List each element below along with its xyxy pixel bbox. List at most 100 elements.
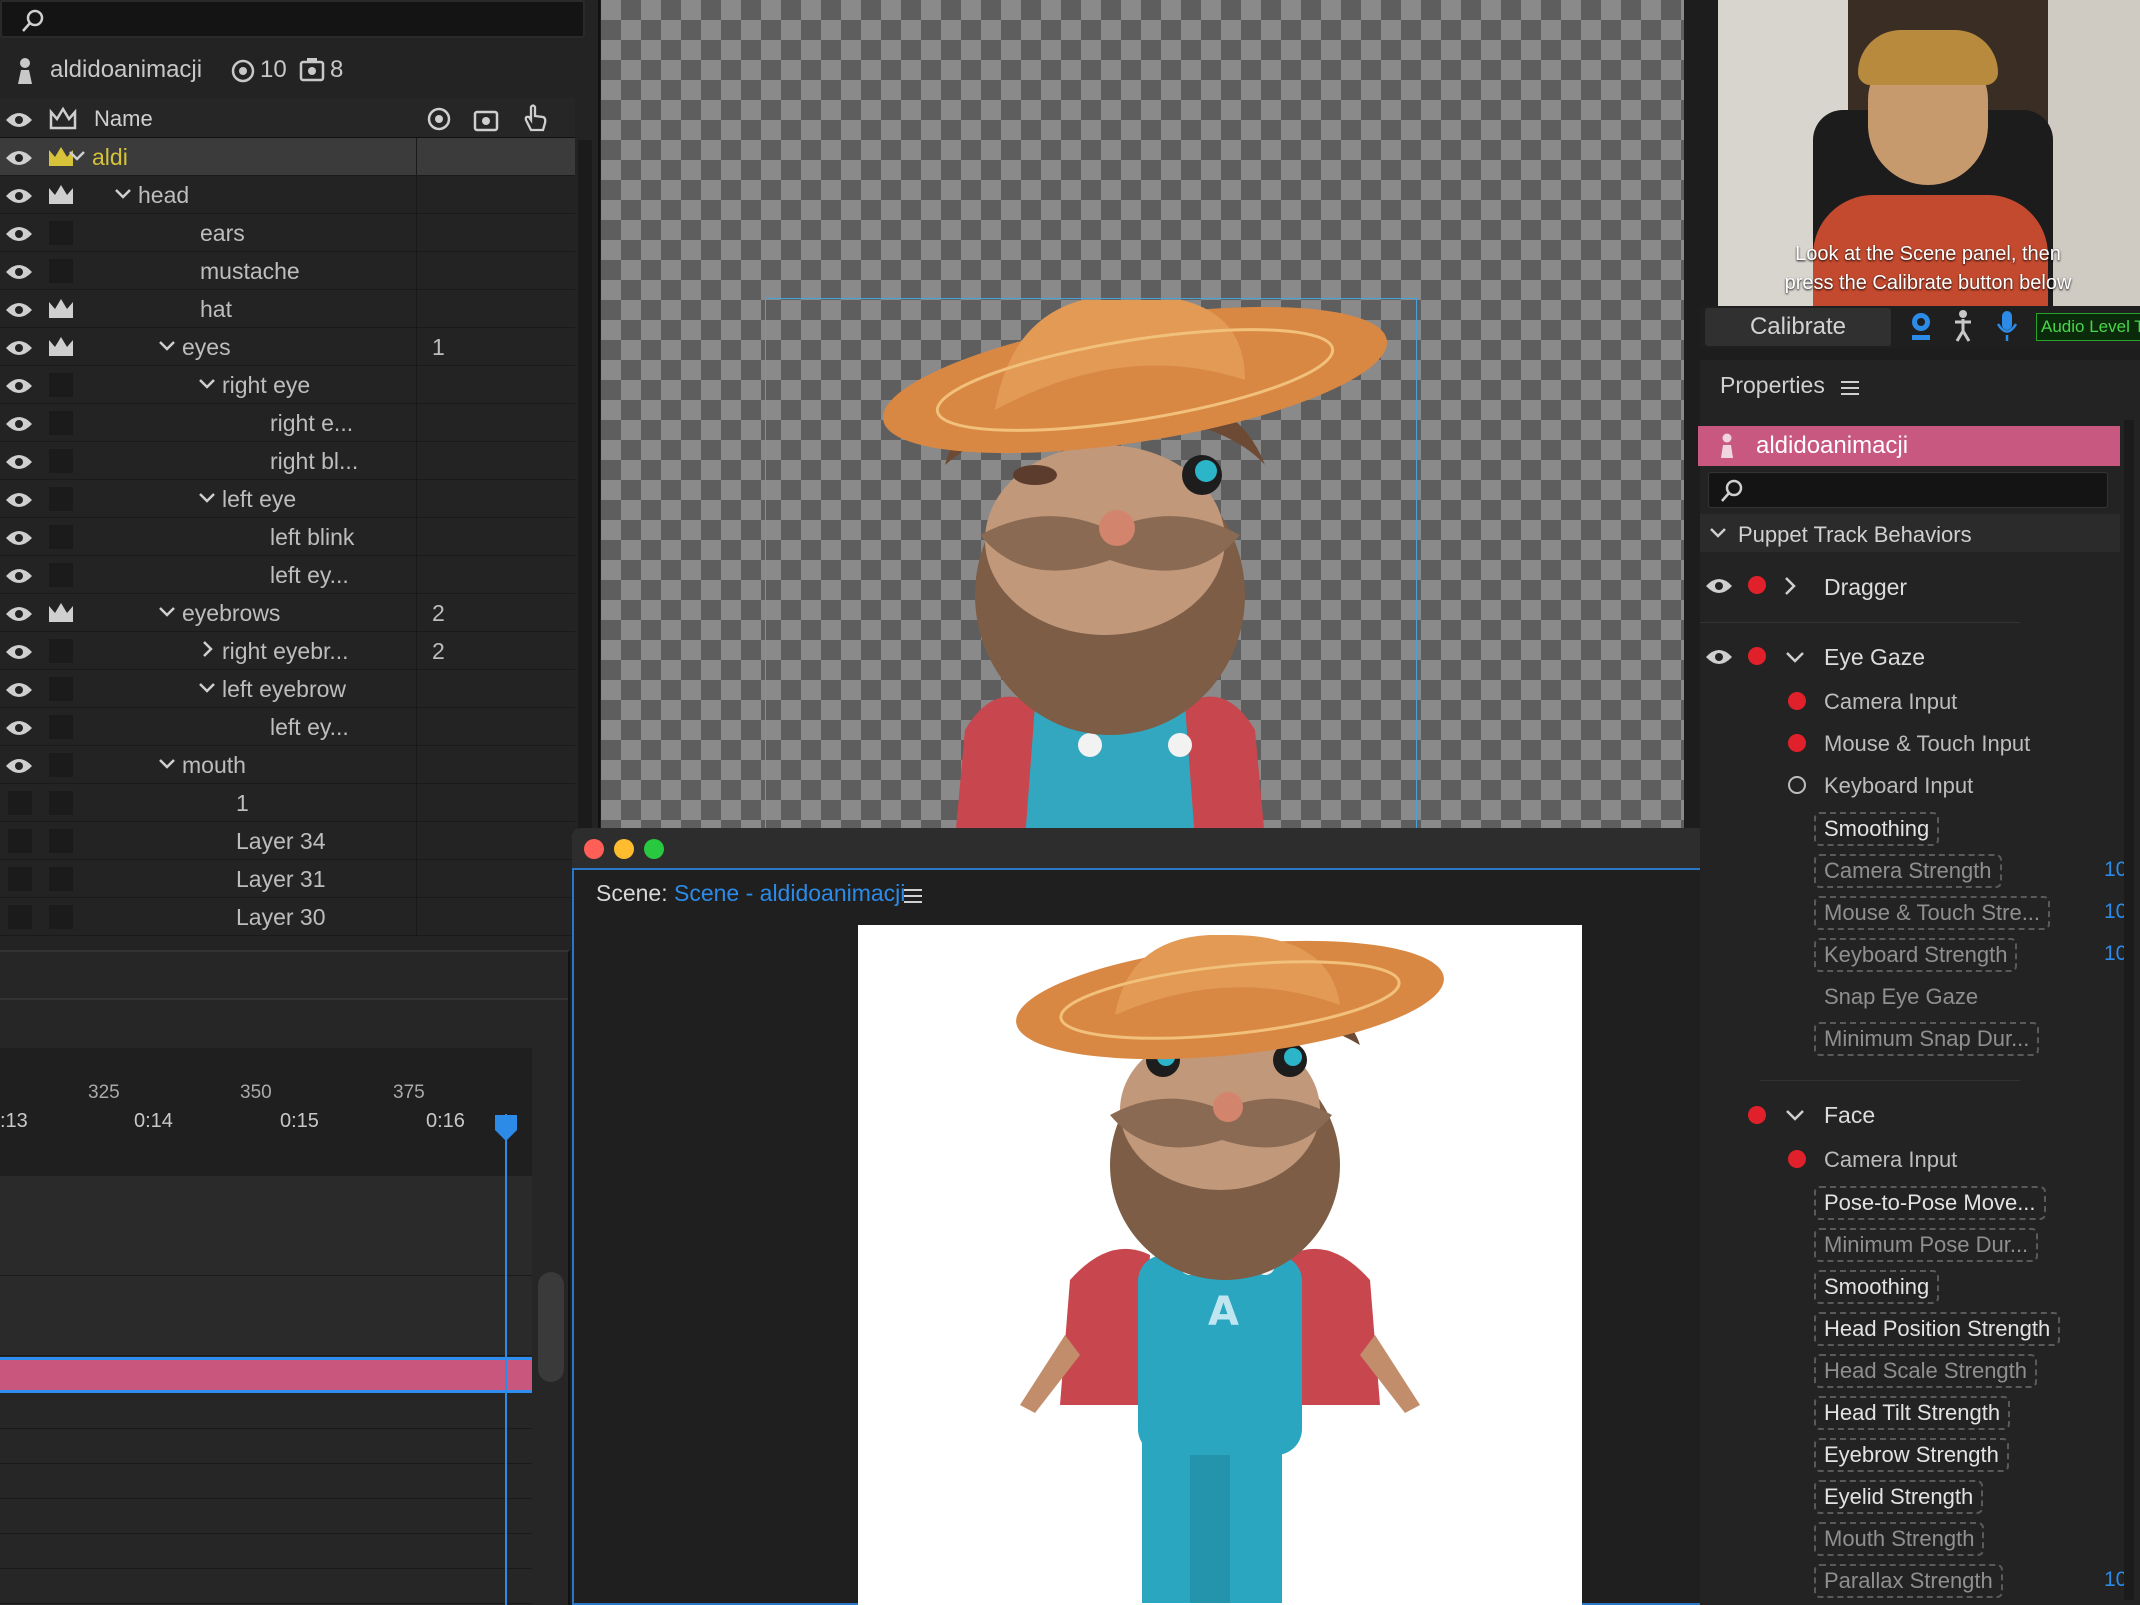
visibility-eye-icon[interactable] bbox=[4, 490, 34, 510]
param-eyebrow-strength[interactable]: Eyebrow Strength bbox=[1814, 1438, 2009, 1472]
visibility-eye-icon[interactable] bbox=[4, 718, 34, 738]
crown-toggle[interactable] bbox=[49, 905, 73, 929]
timeline-track[interactable] bbox=[0, 1395, 532, 1429]
layer-row[interactable]: head bbox=[0, 176, 575, 214]
crown-toggle[interactable] bbox=[49, 411, 73, 435]
layer-row[interactable]: 1 bbox=[0, 784, 575, 822]
record-arm-dot[interactable] bbox=[1748, 576, 1766, 594]
timeline-track[interactable] bbox=[0, 1430, 532, 1464]
visibility-eye-icon[interactable] bbox=[4, 148, 34, 168]
zoom-window-button[interactable] bbox=[644, 839, 664, 859]
timeline-track[interactable] bbox=[0, 1465, 532, 1499]
eye-gaze-mouse-input[interactable]: Mouse & Touch Input bbox=[1824, 731, 2030, 757]
input-armed-dot[interactable] bbox=[1788, 692, 1806, 710]
timeline-track[interactable] bbox=[0, 1276, 532, 1356]
crown-icon[interactable] bbox=[46, 296, 76, 322]
visibility-eye-icon[interactable] bbox=[4, 452, 34, 472]
chevron-down-icon[interactable] bbox=[196, 372, 218, 394]
input-armed-dot[interactable] bbox=[1788, 1150, 1806, 1168]
layer-row[interactable]: left eyebrow bbox=[0, 670, 575, 708]
crown-toggle[interactable] bbox=[49, 829, 73, 853]
chevron-down-icon[interactable] bbox=[1784, 1106, 1806, 1124]
layer-row[interactable]: ears bbox=[0, 214, 575, 252]
visibility-toggle[interactable] bbox=[8, 791, 32, 815]
body-tracking-icon[interactable] bbox=[1952, 309, 1974, 343]
visibility-eye-icon[interactable] bbox=[4, 224, 34, 244]
layer-row[interactable]: right eyebr... 2 bbox=[0, 632, 575, 670]
param-keyboard-strength[interactable]: Keyboard Strength bbox=[1814, 938, 2018, 972]
camera-input-icon[interactable] bbox=[1908, 311, 1934, 343]
visibility-eye-icon[interactable] bbox=[4, 338, 34, 358]
crown-toggle[interactable] bbox=[49, 525, 73, 549]
scene-menu-icon[interactable] bbox=[904, 888, 922, 904]
visibility-eye-icon[interactable] bbox=[4, 604, 34, 624]
timeline-scrollbar[interactable] bbox=[538, 1272, 564, 1382]
playhead-handle-icon[interactable] bbox=[494, 1114, 518, 1142]
param-smoothing[interactable]: Smoothing bbox=[1814, 812, 1940, 846]
chevron-down-icon[interactable] bbox=[196, 676, 218, 698]
param-head-position-strength[interactable]: Head Position Strength bbox=[1814, 1312, 2061, 1346]
crown-toggle[interactable] bbox=[49, 487, 73, 511]
behavior-dragger[interactable]: Dragger bbox=[1824, 574, 1907, 601]
chevron-right-icon[interactable] bbox=[196, 638, 218, 660]
timeline-track[interactable] bbox=[0, 1500, 532, 1534]
scene-name-link[interactable]: Scene - aldidoanimacji bbox=[674, 880, 905, 906]
eye-gaze-camera-input[interactable]: Camera Input bbox=[1824, 689, 1957, 715]
visibility-eye-icon[interactable] bbox=[4, 528, 34, 548]
chevron-down-icon[interactable] bbox=[66, 144, 88, 166]
behavior-eye-gaze[interactable]: Eye Gaze bbox=[1824, 644, 1925, 671]
param-parallax-strength[interactable]: Parallax Strength bbox=[1814, 1564, 2003, 1598]
visibility-eye-icon[interactable] bbox=[4, 566, 34, 586]
layer-row[interactable]: eyes 1 bbox=[0, 328, 575, 366]
close-window-button[interactable] bbox=[584, 839, 604, 859]
layer-row[interactable]: Layer 34 bbox=[0, 822, 575, 860]
eye-icon[interactable] bbox=[1704, 647, 1734, 667]
layer-row[interactable]: eyebrows 2 bbox=[0, 594, 575, 632]
properties-menu-icon[interactable] bbox=[1841, 380, 1859, 396]
properties-search-input[interactable] bbox=[1708, 472, 2108, 508]
calibrate-button[interactable]: Calibrate bbox=[1705, 308, 1891, 346]
properties-scrollbar[interactable] bbox=[2124, 420, 2134, 1600]
layer-row[interactable]: right bl... bbox=[0, 442, 575, 480]
puppet-track-clip[interactable] bbox=[0, 1357, 532, 1393]
layer-search-input[interactable] bbox=[0, 0, 585, 38]
chevron-down-icon[interactable] bbox=[112, 182, 134, 204]
timeline-track[interactable] bbox=[0, 1176, 532, 1276]
visibility-eye-icon[interactable] bbox=[4, 376, 34, 396]
param-camera-strength[interactable]: Camera Strength bbox=[1814, 854, 2002, 888]
layer-row[interactable]: left ey... bbox=[0, 556, 575, 594]
visibility-eye-icon[interactable] bbox=[4, 680, 34, 700]
visibility-eye-icon[interactable] bbox=[4, 186, 34, 206]
crown-toggle[interactable] bbox=[49, 715, 73, 739]
eye-gaze-keyboard-input[interactable]: Keyboard Input bbox=[1824, 773, 1973, 799]
layer-row[interactable]: mustache bbox=[0, 252, 575, 290]
visibility-eye-icon[interactable] bbox=[4, 300, 34, 320]
crown-toggle[interactable] bbox=[49, 753, 73, 777]
param-snap-eye-gaze[interactable]: Snap Eye Gaze bbox=[1824, 984, 1978, 1010]
minimize-window-button[interactable] bbox=[614, 839, 634, 859]
input-armed-dot[interactable] bbox=[1788, 734, 1806, 752]
visibility-toggle[interactable] bbox=[8, 829, 32, 853]
param-smoothing[interactable]: Smoothing bbox=[1814, 1270, 1940, 1304]
chevron-down-icon[interactable] bbox=[156, 334, 178, 356]
chevron-down-icon[interactable] bbox=[156, 600, 178, 622]
crown-toggle[interactable] bbox=[49, 259, 73, 283]
layer-row[interactable]: mouth bbox=[0, 746, 575, 784]
param-mouse-touch-strength[interactable]: Mouse & Touch Stre... bbox=[1814, 896, 2051, 930]
visibility-eye-icon[interactable] bbox=[4, 642, 34, 662]
layer-row[interactable]: left ey... bbox=[0, 708, 575, 746]
layer-row[interactable]: right e... bbox=[0, 404, 575, 442]
layer-row[interactable]: left eye bbox=[0, 480, 575, 518]
param-head-scale-strength[interactable]: Head Scale Strength bbox=[1814, 1354, 2038, 1388]
visibility-eye-icon[interactable] bbox=[4, 414, 34, 434]
record-arm-dot[interactable] bbox=[1748, 1106, 1766, 1124]
chevron-right-icon[interactable] bbox=[1782, 575, 1798, 597]
layer-row[interactable]: Layer 30 bbox=[0, 898, 575, 936]
visibility-eye-icon[interactable] bbox=[4, 262, 34, 282]
chevron-down-icon[interactable] bbox=[156, 752, 178, 774]
crown-icon[interactable] bbox=[46, 334, 76, 360]
face-camera-input[interactable]: Camera Input bbox=[1824, 1147, 1957, 1173]
layer-list-scrollbar[interactable] bbox=[578, 140, 592, 940]
layer-row[interactable]: left blink bbox=[0, 518, 575, 556]
chevron-down-icon[interactable] bbox=[1784, 648, 1806, 666]
